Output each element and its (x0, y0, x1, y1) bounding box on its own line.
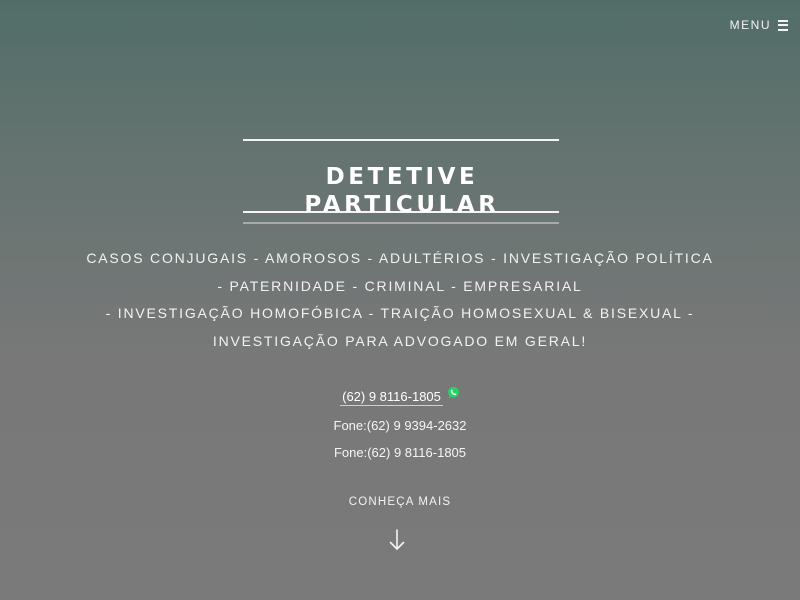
services-line: - PATERNIDADE - CRIMINAL - EMPRESARIAL (217, 277, 583, 294)
services-line: INVESTIGAÇÃO PARA ADVOGADO EM GERAL! (212, 332, 588, 349)
menu-label: MENU (729, 18, 771, 32)
whatsapp-number-link[interactable]: (62) 9 8116-1805 (340, 389, 443, 406)
services-line: - INVESTIGAÇÃO HOMOFÓBICA - TRAIÇÃO HOMO… (105, 305, 695, 321)
services-line: CASOS CONJUGAIS - AMOROSOS - ADULTÉRIOS … (86, 250, 714, 266)
whatsapp-contact: (62) 9 8116-1805 (340, 386, 460, 408)
hamburger-icon (778, 19, 788, 31)
arrow-down-icon[interactable] (388, 528, 406, 552)
phone-number: Fone:(62) 9 8116-1805 (333, 445, 467, 460)
menu-button[interactable]: MENU (730, 18, 788, 32)
learn-more-link[interactable]: CONHEÇA MAIS (300, 496, 500, 508)
page-title: DETETIVE PARTICULAR (243, 163, 559, 224)
title-frame: DETETIVE PARTICULAR (243, 139, 559, 224)
contact-info: (62) 9 8116-1805 Fone:(62) 9 9394-2632 F… (200, 386, 600, 463)
phone-number: Fone:(62) 9 9394-2632 (333, 418, 467, 433)
services-list: CASOS CONJUGAIS - AMOROSOS - ADULTÉRIOS … (50, 245, 750, 355)
whatsapp-icon[interactable] (447, 386, 460, 399)
